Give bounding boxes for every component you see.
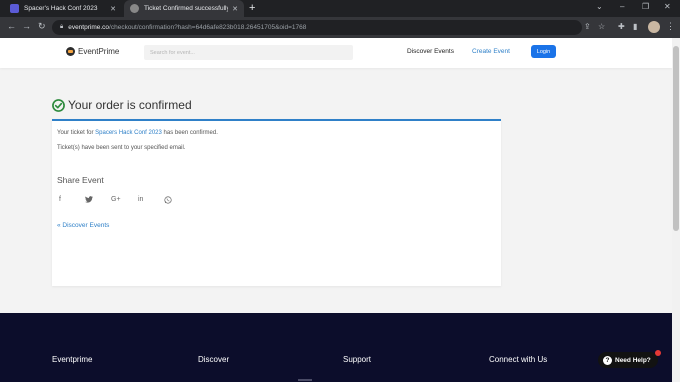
lock-icon: 🔒︎ (60, 24, 64, 30)
browser-menu-icon[interactable]: ⋮ (666, 21, 675, 32)
footer-heading-discover: Discover (198, 355, 230, 364)
tab-title: Spacer's Hack Conf 2023 (24, 5, 98, 12)
browser-tab-strip: Spacer's Hack Conf 2023 ✕ Ticket Confirm… (0, 0, 680, 17)
profile-avatar[interactable] (648, 21, 660, 33)
need-help-label: Need Help? (615, 356, 651, 364)
site-footer: Eventprime Discover Support Connect with… (0, 313, 672, 382)
eventprime-logo-icon (66, 47, 75, 56)
tab-favicon-icon (10, 4, 19, 13)
close-tab-icon[interactable]: ✕ (232, 5, 238, 13)
linkedin-icon[interactable]: in (138, 196, 143, 203)
close-window-icon[interactable]: ✕ (664, 2, 671, 11)
google-plus-icon[interactable]: G+ (111, 196, 121, 203)
login-button[interactable]: Login (531, 45, 556, 58)
site-header: EventPrime Discover Events Create Event … (0, 38, 672, 68)
question-icon: ? (603, 355, 612, 365)
star-icon[interactable]: ☆ (598, 22, 605, 31)
footer-heading-eventprime: Eventprime (52, 355, 93, 364)
page-viewport: EventPrime Discover Events Create Event … (0, 38, 672, 382)
share-event-title: Share Event (57, 175, 104, 185)
discover-events-link[interactable]: « Discover Events (57, 222, 109, 229)
minimize-icon[interactable]: – (620, 2, 624, 11)
share-icon[interactable]: ⇪ (584, 22, 591, 31)
facebook-icon[interactable]: f (59, 196, 61, 203)
ticket-confirmation-text: Your ticket for Spacers Hack Conf 2023 h… (57, 130, 218, 136)
address-domain: eventprime.co (68, 24, 110, 31)
logo-text: EventPrime (78, 47, 120, 56)
tab-favicon-icon (130, 4, 139, 13)
tab-title: Ticket Confirmed successfully | E (144, 5, 229, 12)
sidebar-icon[interactable]: ▮ (633, 22, 637, 31)
close-tab-icon[interactable]: ✕ (110, 5, 116, 13)
search-input[interactable] (144, 45, 353, 60)
text-prefix: Your ticket for (57, 130, 94, 136)
twitter-icon[interactable] (85, 196, 93, 205)
browser-toolbar: ← → ↻ 🔒︎ eventprime.co/checkout/confirma… (0, 17, 680, 38)
footer-heading-connect: Connect with Us (489, 355, 548, 364)
footer-divider (298, 379, 312, 381)
footer-heading-support: Support (343, 355, 372, 364)
whatsapp-icon[interactable] (164, 196, 172, 206)
browser-tab-active[interactable]: Ticket Confirmed successfully | E ✕ (124, 0, 244, 17)
need-help-button[interactable]: ? Need Help? (598, 352, 658, 368)
confirmation-card: Your ticket for Spacers Hack Conf 2023 h… (52, 119, 501, 286)
nav-create-event[interactable]: Create Event (472, 48, 510, 55)
text-suffix: has been confirmed. (163, 130, 218, 136)
event-name-link[interactable]: Spacers Hack Conf 2023 (95, 130, 162, 136)
browser-tab[interactable]: Spacer's Hack Conf 2023 ✕ (4, 0, 122, 17)
tab-search-icon[interactable]: ⌄ (596, 2, 603, 11)
check-circle-icon (52, 98, 65, 112)
site-logo[interactable]: EventPrime (66, 47, 119, 56)
ticket-email-text: Ticket(s) have been sent to your specifi… (57, 145, 186, 151)
forward-icon[interactable]: → (22, 21, 31, 31)
maximize-icon[interactable]: ❐ (642, 2, 649, 11)
nav-discover-events[interactable]: Discover Events (407, 48, 454, 55)
reload-icon[interactable]: ↻ (38, 21, 46, 32)
new-tab-button[interactable]: + (249, 2, 255, 14)
extensions-icon[interactable]: ✚ (618, 22, 625, 31)
page-title: Your order is confirmed (68, 98, 192, 112)
back-icon[interactable]: ← (7, 21, 16, 31)
confirmation-heading: Your order is confirmed (52, 98, 192, 112)
page-scrollbar-thumb[interactable] (673, 46, 679, 231)
address-bar[interactable]: 🔒︎ eventprime.co/checkout/confirmation?h… (52, 20, 582, 35)
address-path: /checkout/confirmation?hash=64d6afe823b0… (109, 24, 307, 31)
notification-dot (655, 350, 661, 356)
